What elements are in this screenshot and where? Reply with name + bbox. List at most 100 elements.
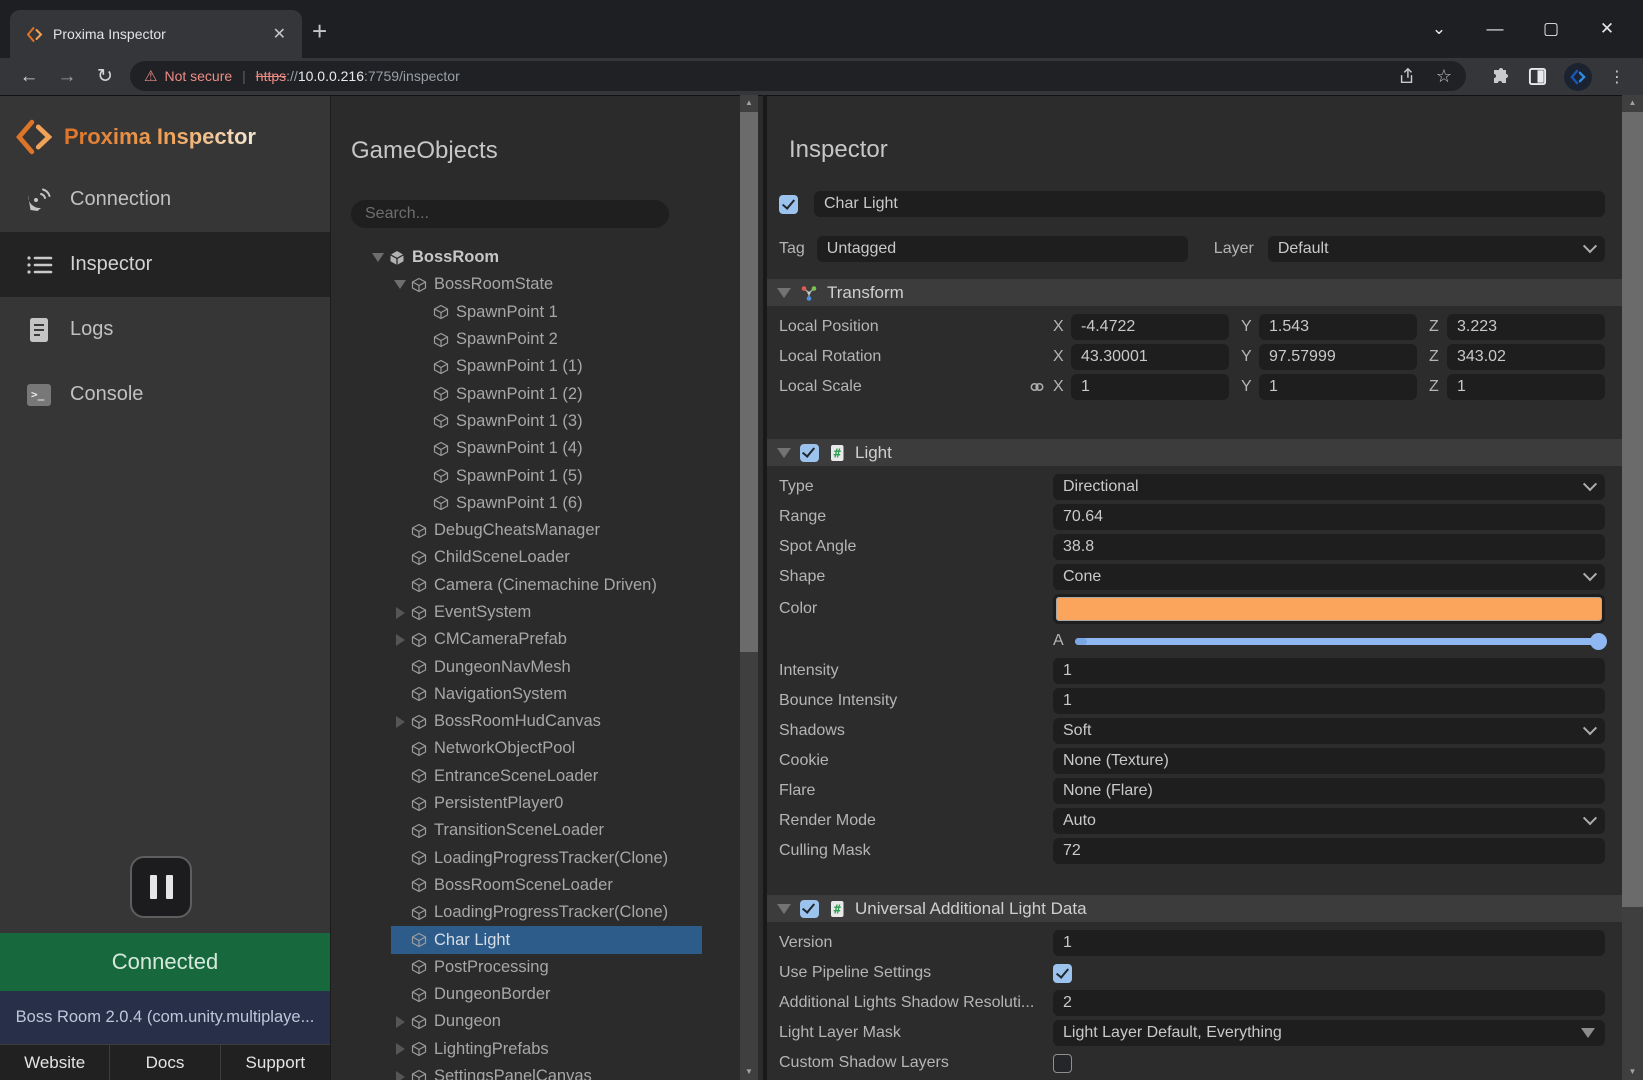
sidebar-item-inspector[interactable]: Inspector [0,232,330,297]
section-header-transform[interactable]: Transform [767,279,1622,306]
expand-icon[interactable] [391,1071,409,1080]
tree-item-loadingprogresstracker-clone[interactable]: LoadingProgressTracker(Clone) [391,899,702,926]
share-icon[interactable] [1398,67,1416,85]
tree-item-dungeonnavmesh[interactable]: DungeonNavMesh [391,653,702,680]
new-tab-button[interactable]: + [312,18,327,44]
bookmark-star-icon[interactable]: ☆ [1436,66,1452,87]
vector-y-field[interactable]: 97.57999 [1259,344,1417,370]
reload-icon[interactable]: ↻ [86,65,124,88]
profile-avatar[interactable] [1564,63,1592,91]
collapse-icon[interactable] [369,253,387,262]
shadows-select[interactable]: Soft [1053,718,1605,744]
scroll-down-icon[interactable]: ▼ [740,1064,758,1080]
back-icon[interactable]: ← [10,66,48,88]
browser-tab[interactable]: Proxima Inspector ✕ [10,10,302,58]
tree-item-spawnpoint-1-6[interactable]: SpawnPoint 1 (6) [413,490,702,517]
tree-item-spawnpoint-1[interactable]: SpawnPoint 1 [413,299,702,326]
range-field[interactable]: 70.64 [1053,504,1605,530]
vector-z-field[interactable]: 3.223 [1447,314,1605,340]
spot-angle-field[interactable]: 38.8 [1053,534,1605,560]
tab-close-icon[interactable]: ✕ [267,22,292,46]
layer-select[interactable]: Default [1268,236,1605,262]
tree-item-dungeonborder[interactable]: DungeonBorder [391,981,702,1008]
expand-icon[interactable] [391,607,409,619]
tree-item-entrancesceneloader[interactable]: EntranceSceneLoader [391,763,702,790]
section-header-universal-additional-light-data[interactable]: #Universal Additional Light Data [767,895,1622,922]
side-panel-icon[interactable] [1528,67,1547,86]
vector-x-field[interactable]: -4.4722 [1071,314,1229,340]
flare-field[interactable]: None (Flare) [1053,778,1605,804]
link-icon[interactable] [1029,379,1045,395]
tree-item-transitionsceneloader[interactable]: TransitionSceneLoader [391,817,702,844]
tree-item-persistentplayer0[interactable]: PersistentPlayer0 [391,790,702,817]
scroll-down-icon[interactable]: ▼ [1622,1064,1643,1080]
tree-scrollbar[interactable]: ▲ ▼ [740,95,758,1080]
pause-button[interactable] [130,856,192,918]
collapse-icon[interactable] [777,448,791,458]
expand-icon[interactable] [391,634,409,646]
support-link[interactable]: Support [220,1045,330,1080]
vector-y-field[interactable]: 1 [1259,374,1417,400]
vector-y-field[interactable]: 1.543 [1259,314,1417,340]
browser-menu-icon[interactable]: ⋮ [1609,67,1625,87]
not-secure-label[interactable]: Not secure [164,68,232,84]
tree-item-childsceneloader[interactable]: ChildSceneLoader [391,544,702,571]
tree-item-navigationsystem[interactable]: NavigationSystem [391,681,702,708]
additional-lights-shadow-resoluti-field[interactable]: 2 [1053,990,1605,1016]
intensity-field[interactable]: 1 [1053,658,1605,684]
tag-field[interactable]: Untagged [817,236,1188,262]
tree-item-lightingprefabs[interactable]: LightingPrefabs [391,1036,702,1063]
tree-item-spawnpoint-1-3[interactable]: SpawnPoint 1 (3) [413,408,702,435]
tree-item-settingspanelcanvas[interactable]: SettingsPanelCanvas [391,1063,702,1080]
window-close-icon[interactable]: ✕ [1579,19,1635,39]
gameobject-name-field[interactable]: Char Light [814,191,1605,217]
url-text[interactable]: https://10.0.0.216:7759/inspector [256,68,460,84]
tree-item-bossroomsceneloader[interactable]: BossRoomSceneLoader [391,872,702,899]
tree-item-networkobjectpool[interactable]: NetworkObjectPool [391,735,702,762]
sidebar-item-connection[interactable]: Connection [0,167,330,232]
tree-item-debugcheatsmanager[interactable]: DebugCheatsManager [391,517,702,544]
tree-item-spawnpoint-1-1[interactable]: SpawnPoint 1 (1) [413,353,702,380]
color-swatch-field[interactable] [1053,594,1605,624]
tree-item-cmcameraprefab[interactable]: CMCameraPrefab [391,626,702,653]
expand-icon[interactable] [391,716,409,728]
address-bar[interactable]: ⚠ Not secure | https://10.0.0.216:7759/i… [130,61,1466,91]
scrollbar-thumb[interactable] [1622,112,1643,907]
vector-z-field[interactable]: 1 [1447,374,1605,400]
tree-item-postprocessing[interactable]: PostProcessing [391,954,702,981]
vector-x-field[interactable]: 43.30001 [1071,344,1229,370]
inspector-scrollbar[interactable]: ▲ ▼ [1622,95,1643,1080]
type-select[interactable]: Directional [1053,474,1605,500]
component-enabled-checkbox[interactable] [800,900,819,918]
tree-item-spawnpoint-1-4[interactable]: SpawnPoint 1 (4) [413,435,702,462]
forward-icon[interactable]: → [48,66,86,88]
cookie-field[interactable]: None (Texture) [1053,748,1605,774]
window-maximize-icon[interactable]: ▢ [1523,19,1579,39]
collapse-icon[interactable] [391,280,409,289]
collapse-icon[interactable] [777,904,791,914]
expand-icon[interactable] [391,1016,409,1028]
tree-item-spawnpoint-1-5[interactable]: SpawnPoint 1 (5) [413,462,702,489]
search-input[interactable] [351,200,669,228]
version-field[interactable]: 1 [1053,930,1605,956]
tree-item-bossroomstate[interactable]: BossRoomState [391,271,702,298]
component-enabled-checkbox[interactable] [800,444,819,462]
scrollbar-thumb[interactable] [740,112,758,652]
tree-item-camera-cinemachine-driven[interactable]: Camera (Cinemachine Driven) [391,572,702,599]
vector-z-field[interactable]: 343.02 [1447,344,1605,370]
tree-item-bossroomhudcanvas[interactable]: BossRoomHudCanvas [391,708,702,735]
window-chevron-icon[interactable]: ⌄ [1411,19,1467,39]
website-link[interactable]: Website [0,1045,109,1080]
tree-item-char-light[interactable]: Char Light [391,926,702,953]
collapse-icon[interactable] [777,288,791,298]
extensions-puzzle-icon[interactable] [1491,67,1511,87]
bounce-intensity-field[interactable]: 1 [1053,688,1605,714]
window-minimize-icon[interactable]: — [1467,19,1523,39]
tree-item-spawnpoint-2[interactable]: SpawnPoint 2 [413,326,702,353]
culling-mask-field[interactable]: 72 [1053,838,1605,864]
tree-item-bossroom[interactable]: BossRoom [369,244,702,271]
sidebar-item-console[interactable]: >_ Console [0,362,330,427]
custom-shadow-layers-checkbox[interactable] [1053,1054,1072,1073]
tree-item-eventsystem[interactable]: EventSystem [391,599,702,626]
scroll-up-icon[interactable]: ▲ [740,95,758,111]
